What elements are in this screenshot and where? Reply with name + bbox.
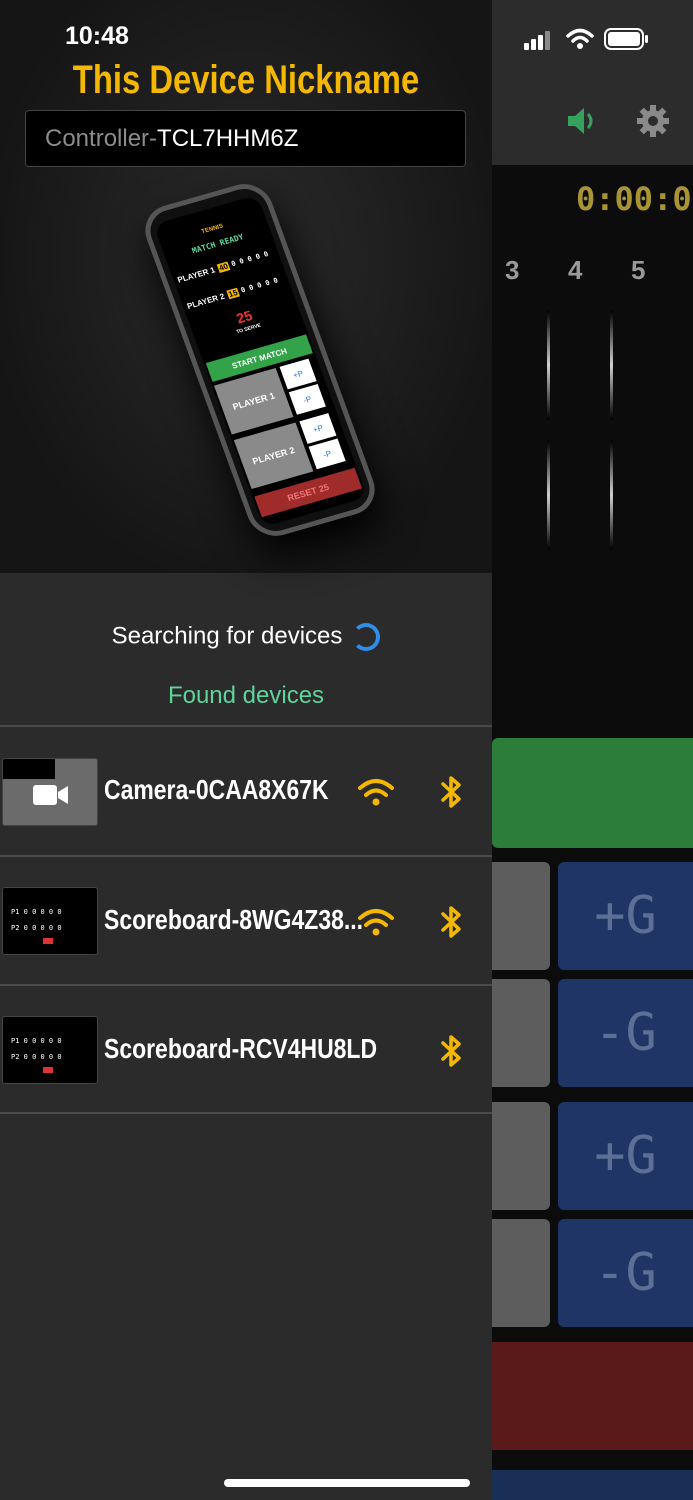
preview-player2-button: PLAYER 2	[233, 422, 314, 490]
divider	[547, 440, 550, 550]
background-toolbar	[492, 0, 693, 165]
bluetooth-icon	[441, 906, 461, 938]
preview-minus-p: -P	[288, 383, 326, 415]
preview-player1: PLAYER 1	[176, 265, 217, 285]
preview-p1-points: 40	[216, 261, 231, 273]
device-row[interactable]: P1 0 0 0 0 0 P2 0 0 0 0 0 Scoreboard-8WG…	[0, 857, 492, 985]
wifi-icon	[358, 909, 394, 936]
device-thumbnail	[2, 758, 98, 826]
device-thumbnail: P1 0 0 0 0 0 P2 0 0 0 0 0	[2, 887, 98, 955]
bluetooth-icon	[441, 1035, 461, 1067]
divider	[547, 310, 550, 420]
nickname-title: This Device Nickname	[72, 58, 420, 102]
player-button-bg[interactable]	[492, 862, 550, 970]
plus-game-button[interactable]: +G	[558, 1102, 693, 1210]
battery-icon	[604, 28, 648, 50]
nickname-input[interactable]: Controller- TCL7HHM6Z	[25, 110, 466, 167]
wifi-icon	[358, 779, 394, 806]
volume-icon[interactable]	[566, 104, 600, 138]
device-row[interactable]: P1 0 0 0 0 0 P2 0 0 0 0 0 Scoreboard-RCV…	[0, 986, 492, 1114]
minus-game-button[interactable]: -G	[558, 1219, 693, 1327]
device-drawer: 10:48 This Device Nickname Controller- TC…	[0, 0, 492, 1500]
device-row[interactable]: Camera-0CAA8X67K	[0, 727, 492, 855]
player-button-bg[interactable]	[492, 979, 550, 1087]
cellular-signal-icon	[524, 31, 550, 50]
found-devices-label: Found devices	[167, 682, 325, 709]
device-name: Scoreboard-RCV4HU8LD	[104, 1033, 378, 1064]
reset-button-bg[interactable]	[492, 1342, 693, 1450]
preview-player2: PLAYER 2	[185, 291, 226, 311]
device-name: Scoreboard-8WG4Z38...	[104, 904, 364, 935]
bluetooth-icon	[441, 776, 461, 808]
wifi-status-icon	[566, 28, 594, 49]
player-button-bg[interactable]	[492, 1102, 550, 1210]
set-column-3: 3	[505, 255, 520, 285]
status-time: 10:48	[65, 22, 129, 50]
start-match-button-bg[interactable]	[492, 738, 693, 848]
home-indicator[interactable]	[224, 1479, 470, 1487]
gear-icon[interactable]	[636, 104, 670, 138]
preview-minus-p: -P	[308, 438, 346, 470]
set-column-5: 5	[631, 255, 646, 285]
background-bottom-bar	[492, 1470, 693, 1500]
minus-game-button[interactable]: -G	[558, 979, 693, 1087]
set-column-4: 4	[568, 255, 583, 285]
divider	[610, 440, 613, 550]
preview-p1-games: 0 0 0 0 0	[230, 250, 270, 269]
preview-p2-points: 15	[226, 287, 240, 300]
plus-game-button[interactable]: +G	[558, 862, 693, 970]
loading-spinner-icon	[352, 622, 381, 651]
searching-status: Searching for devices	[0, 622, 492, 651]
match-timer: 0:00:00	[576, 180, 693, 218]
searching-text: Searching for devices	[111, 622, 343, 650]
divider	[0, 1112, 492, 1114]
divider	[610, 310, 613, 420]
nickname-prefix: Controller-	[45, 124, 158, 152]
device-thumbnail: P1 0 0 0 0 0 P2 0 0 0 0 0	[2, 1016, 98, 1084]
player-button-bg[interactable]	[492, 1219, 550, 1327]
camera-icon	[33, 785, 68, 805]
preview-p2-games: 0 0 0 0 0	[239, 276, 280, 295]
device-name: Camera-0CAA8X67K	[104, 774, 329, 805]
nickname-value: TCL7HHM6Z	[157, 124, 299, 152]
